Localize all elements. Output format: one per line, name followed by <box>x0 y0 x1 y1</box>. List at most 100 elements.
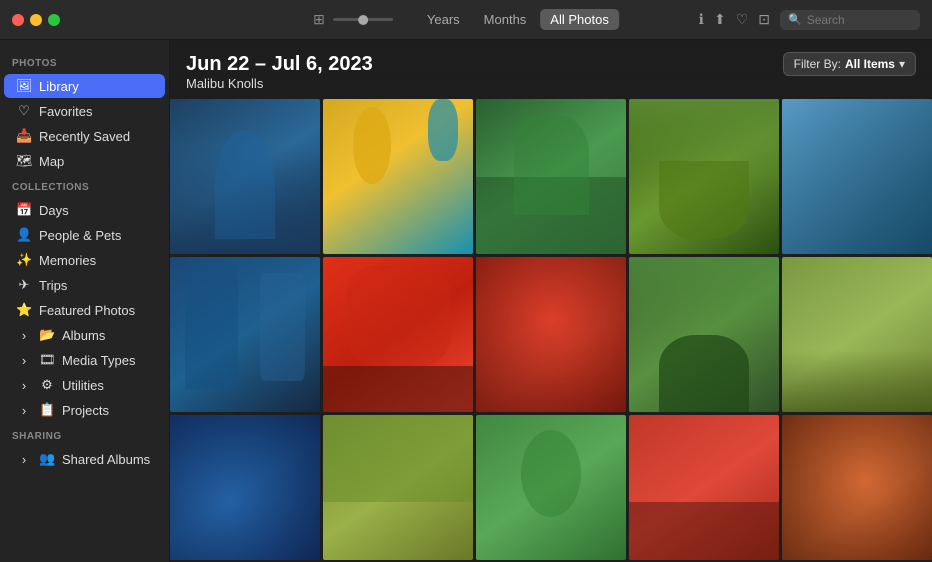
map-label: Map <box>39 154 64 169</box>
library-icon: 🖼 <box>16 78 32 94</box>
heart-icon[interactable]: ♡ <box>736 11 749 28</box>
date-range: Jun 22 – Jul 6, 2023 <box>186 52 373 76</box>
days-icon: 📅 <box>16 202 32 218</box>
albums-label: Albums <box>62 328 105 343</box>
albums-expand-icon: › <box>16 328 32 343</box>
sidebar-item-memories[interactable]: ✨ Memories <box>4 248 165 272</box>
photo-grid <box>170 99 932 562</box>
sidebar-item-media-types[interactable]: › 🎞 Media Types <box>4 348 165 372</box>
maximize-button[interactable] <box>48 14 60 26</box>
projects-icon: 📋 <box>39 402 55 418</box>
photo-9[interactable] <box>629 257 779 412</box>
photo-content: Jun 22 – Jul 6, 2023 Malibu Knolls Filte… <box>170 40 932 562</box>
memories-icon: ✨ <box>16 252 32 268</box>
view-controls: ⊞ <box>313 11 393 28</box>
filter-arrow-icon: ▾ <box>899 57 905 71</box>
main-layout: Photos 🖼 Library ♡ Favorites 📥 Recently … <box>0 40 932 562</box>
minimize-button[interactable] <box>30 14 42 26</box>
sidebar-item-days[interactable]: 📅 Days <box>4 198 165 222</box>
photo-row-3 <box>170 415 932 560</box>
photo-row-1 <box>170 99 932 254</box>
search-input[interactable] <box>807 13 912 27</box>
photos-section-label: Photos <box>0 50 169 73</box>
people-pets-icon: 👤 <box>16 227 32 243</box>
memories-label: Memories <box>39 253 96 268</box>
info-icon[interactable]: ℹ <box>699 11 704 28</box>
recently-saved-icon: 📥 <box>16 128 32 144</box>
sidebar-item-projects[interactable]: › 📋 Projects <box>4 398 165 422</box>
tab-all-photos[interactable]: All Photos <box>540 9 619 30</box>
grid-view-icon[interactable]: ⊞ <box>313 11 325 28</box>
sidebar-item-map[interactable]: 🗺 Map <box>4 149 165 173</box>
sidebar-item-trips[interactable]: ✈ Trips <box>4 273 165 297</box>
sharing-section-label: Sharing <box>0 423 169 446</box>
photo-14[interactable] <box>629 415 779 560</box>
utilities-icon: ⚙ <box>39 377 55 393</box>
sidebar-item-recently-saved[interactable]: 📥 Recently Saved <box>4 124 165 148</box>
shared-albums-label: Shared Albums <box>62 452 150 467</box>
date-location: Jun 22 – Jul 6, 2023 Malibu Knolls <box>186 52 373 91</box>
photo-4[interactable] <box>629 99 779 254</box>
sidebar: Photos 🖼 Library ♡ Favorites 📥 Recently … <box>0 40 170 562</box>
projects-expand-icon: › <box>16 403 32 418</box>
content-header: Jun 22 – Jul 6, 2023 Malibu Knolls Filte… <box>170 40 932 99</box>
media-types-icon: 🎞 <box>39 352 55 368</box>
shared-albums-icon: 👥 <box>39 451 55 467</box>
photo-12[interactable] <box>323 415 473 560</box>
map-icon: 🗺 <box>16 153 32 169</box>
photo-row-2 <box>170 257 932 412</box>
filter-button[interactable]: Filter By: All Items ▾ <box>783 52 916 76</box>
shared-albums-expand-icon: › <box>16 452 32 467</box>
photo-15[interactable] <box>782 415 932 560</box>
media-types-label: Media Types <box>62 353 135 368</box>
collections-section-label: Collections <box>0 174 169 197</box>
favorites-label: Favorites <box>39 104 92 119</box>
trips-label: Trips <box>39 278 67 293</box>
sidebar-item-favorites[interactable]: ♡ Favorites <box>4 99 165 123</box>
crop-icon[interactable]: ⊡ <box>758 11 770 28</box>
sidebar-item-albums[interactable]: › 📂 Albums <box>4 323 165 347</box>
titlebar-center: ⊞ Years Months All Photos <box>313 9 619 30</box>
photo-13[interactable] <box>476 415 626 560</box>
search-icon: 🔍 <box>788 13 802 26</box>
favorites-icon: ♡ <box>16 103 32 119</box>
photo-11[interactable] <box>170 415 320 560</box>
people-pets-label: People & Pets <box>39 228 121 243</box>
photo-10[interactable] <box>782 257 932 412</box>
titlebar: ⊞ Years Months All Photos ℹ ⬆ ♡ ⊡ 🔍 <box>0 0 932 40</box>
photo-8[interactable] <box>476 257 626 412</box>
photo-3[interactable] <box>476 99 626 254</box>
close-button[interactable] <box>12 14 24 26</box>
utilities-expand-icon: › <box>16 378 32 393</box>
photo-5[interactable] <box>782 99 932 254</box>
featured-photos-label: Featured Photos <box>39 303 135 318</box>
albums-icon: 📂 <box>39 327 55 343</box>
recently-saved-label: Recently Saved <box>39 129 130 144</box>
nav-tabs: Years Months All Photos <box>417 9 619 30</box>
photo-2[interactable] <box>323 99 473 254</box>
trips-icon: ✈ <box>16 277 32 293</box>
photo-6[interactable] <box>170 257 320 412</box>
share-icon[interactable]: ⬆ <box>714 11 726 28</box>
filter-value: All Items <box>845 57 895 71</box>
search-box[interactable]: 🔍 <box>780 10 920 30</box>
traffic-lights <box>12 14 60 26</box>
media-types-expand-icon: › <box>16 353 32 368</box>
sidebar-item-featured-photos[interactable]: ⭐ Featured Photos <box>4 298 165 322</box>
sidebar-item-utilities[interactable]: › ⚙ Utilities <box>4 373 165 397</box>
utilities-label: Utilities <box>62 378 104 393</box>
library-label: Library <box>39 79 79 94</box>
sidebar-item-shared-albums[interactable]: › 👥 Shared Albums <box>4 447 165 471</box>
photo-7[interactable] <box>323 257 473 412</box>
projects-label: Projects <box>62 403 109 418</box>
featured-photos-icon: ⭐ <box>16 302 32 318</box>
zoom-slider-thumb <box>358 15 368 25</box>
zoom-slider[interactable] <box>333 18 393 21</box>
tab-months[interactable]: Months <box>474 9 537 30</box>
sidebar-item-library[interactable]: 🖼 Library <box>4 74 165 98</box>
tab-years[interactable]: Years <box>417 9 470 30</box>
sidebar-item-people-pets[interactable]: 👤 People & Pets <box>4 223 165 247</box>
titlebar-right: ℹ ⬆ ♡ ⊡ 🔍 <box>699 10 920 30</box>
location: Malibu Knolls <box>186 76 373 91</box>
photo-1[interactable] <box>170 99 320 254</box>
